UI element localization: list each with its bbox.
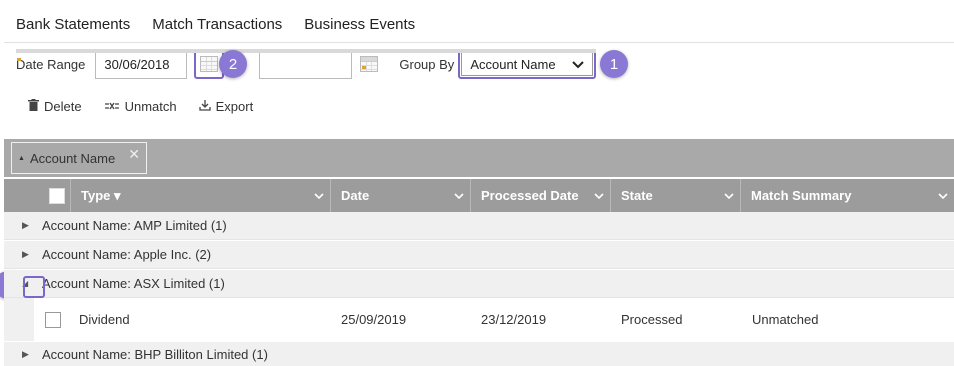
export-button[interactable]: Export: [198, 99, 254, 114]
delete-label: Delete: [44, 99, 82, 114]
group-row-label: Account Name: BHP Billiton Limited (1): [42, 346, 268, 362]
column-processed-date-label: Processed Date: [481, 188, 579, 203]
top-tabs: Bank Statements Match Transactions Busin…: [16, 16, 415, 33]
calendar-icon: [360, 56, 379, 72]
chevron-down-icon[interactable]: [724, 189, 734, 203]
group-row-label: Account Name: Apple Inc. (2): [42, 247, 212, 262]
date-to-input[interactable]: [259, 49, 353, 79]
calendar-icon: [200, 56, 219, 72]
tabs-divider: [4, 42, 954, 43]
group-by-select-highlight: Account Name: [458, 49, 597, 79]
tab-business-events[interactable]: Business Events: [304, 16, 415, 33]
header-indent: [4, 179, 34, 212]
column-date[interactable]: Date: [330, 179, 470, 212]
close-icon[interactable]: ✕: [128, 146, 140, 163]
group-row-label: Account Name: ASX Limited (1): [42, 276, 225, 291]
table-row[interactable]: Dividend 25/09/2019 23/12/2019 Processed…: [4, 298, 954, 341]
date-to-calendar-button[interactable]: [358, 53, 380, 75]
chevron-down-icon[interactable]: [314, 189, 324, 203]
column-match-summary-label: Match Summary: [751, 188, 852, 203]
group-row-bhp[interactable]: ▶ Account Name: BHP Billiton Limited (1): [4, 342, 954, 366]
trash-icon: [28, 99, 39, 114]
group-by-value: Account Name: [470, 56, 556, 72]
group-by-select[interactable]: Account Name: [461, 52, 594, 76]
column-state[interactable]: State: [610, 179, 740, 212]
unmatch-button[interactable]: Unmatch: [104, 99, 177, 114]
step-badge-1: 1: [600, 50, 628, 78]
group-chip-label: Account Name: [29, 150, 116, 166]
column-type-label: Type ▾: [81, 187, 121, 203]
row-indent: [4, 298, 34, 341]
chevron-down-icon: [572, 57, 585, 72]
delete-button[interactable]: Delete: [28, 99, 82, 114]
cell-state: Processed: [621, 312, 683, 327]
export-label: Export: [215, 99, 254, 114]
column-match-summary[interactable]: Match Summary: [740, 179, 954, 212]
unmatch-icon: [104, 100, 120, 114]
group-chip-account-name[interactable]: ▲ Account Name ✕: [11, 142, 147, 174]
group-row-label: Account Name: AMP Limited (1): [42, 218, 227, 233]
grid-header: Type ▾ Date Processed Date State Match S…: [4, 179, 954, 212]
chevron-down-icon[interactable]: [454, 189, 464, 203]
cell-type: Dividend: [79, 312, 130, 327]
expand-icon[interactable]: ▶: [22, 249, 42, 260]
unmatch-label: Unmatch: [124, 99, 177, 114]
row-checkbox[interactable]: [45, 312, 61, 328]
collapse-button-highlight: [23, 276, 45, 298]
column-processed-date[interactable]: Processed Date: [470, 179, 610, 212]
action-toolbar: Delete Unmatch Export: [28, 99, 253, 114]
column-state-label: State: [621, 188, 653, 203]
cell-processed-date: 23/12/2019: [481, 312, 547, 327]
date-range-label: Date Range: [16, 56, 86, 72]
grouping-bar: ▲ Account Name ✕: [4, 139, 954, 177]
expand-icon[interactable]: ▶: [22, 349, 42, 360]
export-icon: [198, 99, 211, 114]
cell-match-summary: Unmatched: [752, 312, 819, 327]
tab-bank-statements[interactable]: Bank Statements: [16, 16, 130, 33]
group-row-apple[interactable]: ▶ Account Name: Apple Inc. (2): [4, 241, 954, 269]
select-all-checkbox[interactable]: [49, 188, 65, 204]
column-date-label: Date: [341, 188, 370, 203]
group-row-asx[interactable]: ◢ Account Name: ASX Limited (1): [4, 270, 954, 298]
tab-match-transactions[interactable]: Match Transactions: [152, 16, 282, 33]
cell-date: 25/09/2019: [341, 312, 407, 327]
group-row-amp[interactable]: ▶ Account Name: AMP Limited (1): [4, 212, 954, 240]
chevron-down-icon[interactable]: [938, 189, 948, 203]
column-type[interactable]: Type ▾: [70, 179, 330, 212]
sort-up-icon: ▲: [18, 154, 25, 162]
step-badge-2: 2: [219, 50, 247, 78]
chevron-down-icon[interactable]: [594, 189, 604, 203]
group-by-label: Group By: [399, 56, 455, 72]
date-from-input[interactable]: [95, 49, 188, 79]
filter-row: Date Range Group By Account Name: [16, 49, 597, 79]
expand-icon[interactable]: ▶: [22, 220, 42, 231]
